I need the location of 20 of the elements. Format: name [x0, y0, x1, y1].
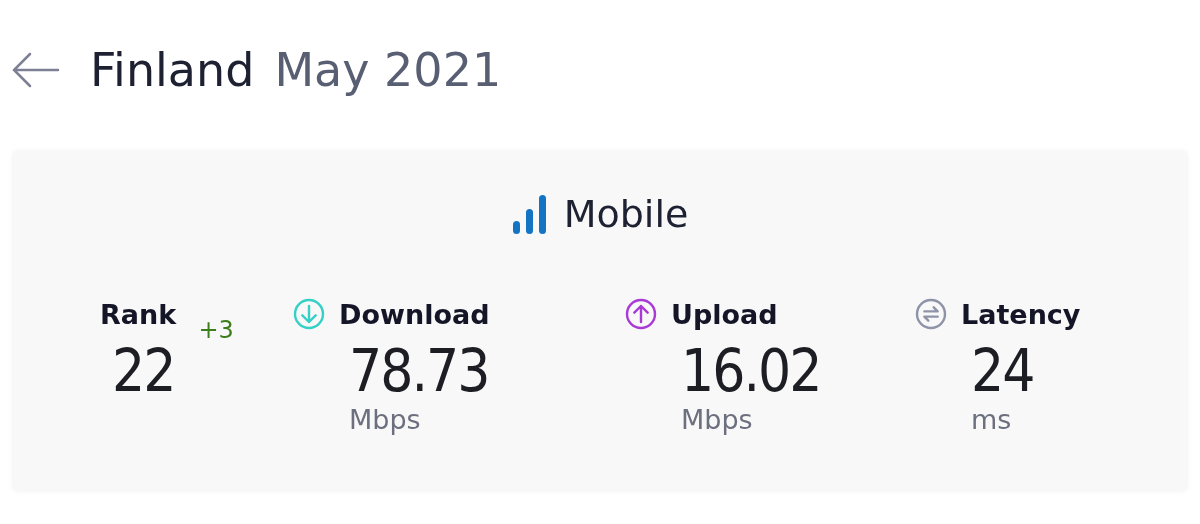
- period: May 2021: [274, 43, 502, 97]
- upload-icon: [625, 298, 657, 330]
- back-arrow-icon[interactable]: [12, 52, 60, 88]
- metric-unit: Mbps: [348, 404, 422, 435]
- metric-unit: ms: [970, 404, 1013, 435]
- rank-change: +3: [198, 316, 234, 344]
- country-name: Finland: [90, 43, 255, 97]
- metric-label: Download: [339, 298, 490, 330]
- metric-unit: Mbps: [680, 404, 754, 435]
- latency-icon: [915, 298, 947, 330]
- metric-value: 78.73: [349, 338, 489, 404]
- metric-label: Latency: [961, 298, 1081, 330]
- card-title: Mobile: [563, 192, 689, 236]
- metric-value: 16.02: [681, 338, 821, 404]
- signal-bars-icon: [511, 193, 548, 235]
- metric-label: Rank: [100, 298, 177, 330]
- download-icon: [293, 298, 325, 330]
- metric-value: 22: [112, 338, 175, 404]
- metric-value: 24: [971, 338, 1034, 404]
- metric-label: Upload: [671, 298, 778, 330]
